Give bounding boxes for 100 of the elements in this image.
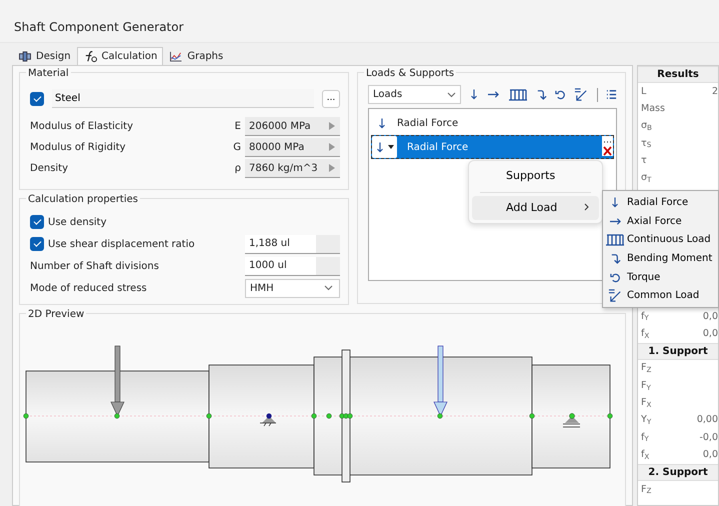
support-symbol[interactable]	[260, 413, 276, 426]
node-point[interactable]	[437, 413, 443, 419]
distributed-load-icon[interactable]	[508, 88, 528, 102]
load-arrow[interactable]	[110, 346, 124, 417]
distributed-load-icon	[605, 232, 625, 247]
down-arrow-icon	[377, 116, 387, 130]
tab[interactable]: Design	[12, 47, 77, 65]
checkbox[interactable]	[30, 92, 44, 106]
tab[interactable]: Calculation	[76, 47, 164, 65]
circular-arrow-icon	[610, 272, 620, 283]
more-icon[interactable]	[602, 136, 613, 146]
chevron-icon	[447, 92, 456, 98]
diagonal-arrow-icon[interactable]	[574, 87, 589, 102]
checkbox[interactable]	[30, 237, 44, 251]
symbol-label: E	[234, 120, 241, 134]
result-label: τ$_{S}$	[641, 136, 652, 151]
curved-arrow-icon	[610, 252, 620, 265]
caret-icon	[388, 145, 394, 149]
node-point[interactable]	[326, 413, 332, 419]
result-label: Mass	[641, 102, 665, 116]
curved-arrow-icon[interactable]	[536, 88, 547, 101]
support-symbol[interactable]	[562, 413, 580, 428]
node-point[interactable]	[114, 413, 120, 419]
right-arrow-icon	[608, 216, 622, 227]
result-label: σ$_{B}$	[641, 119, 652, 134]
icon-dropdown[interactable]	[372, 136, 397, 158]
checkbox[interactable]	[30, 215, 44, 229]
node-point[interactable]	[529, 413, 535, 419]
item-label: Radial Force	[407, 140, 468, 154]
node-point[interactable]	[23, 413, 29, 419]
menu-item[interactable]: Bending Moment	[603, 249, 718, 268]
chart-icon	[169, 51, 184, 62]
symbol-label: ρ	[234, 162, 241, 176]
input-field[interactable]: 1000 ul	[245, 256, 340, 276]
delete-icon[interactable]	[602, 146, 613, 156]
result-label: f$_{X}$	[641, 326, 650, 342]
result-value: 0,0	[702, 448, 718, 462]
result-value: 0,0	[702, 326, 718, 341]
group-title: Loads & Supports	[364, 66, 456, 81]
item-label: Radial Force	[397, 116, 458, 130]
property-label: Density	[30, 162, 70, 176]
diagonal-arrow-icon	[608, 288, 622, 304]
browse-button[interactable]: ...	[322, 90, 340, 108]
node-point[interactable]	[347, 413, 353, 419]
value-field[interactable]: 7860 kg/m^3	[245, 159, 340, 178]
property-label: Use shear displacement ratio	[48, 238, 196, 252]
group-title: Calculation properties	[26, 192, 140, 207]
menu-item[interactable]: Axial Force	[603, 212, 718, 230]
result-label: F$_{Z}$	[641, 361, 652, 376]
results-header: Results	[638, 66, 718, 84]
section-header: 1. Support	[638, 342, 718, 360]
result-label: σ$_{T}$	[641, 171, 652, 186]
menu-item[interactable]: Radial Force	[603, 193, 718, 212]
result-label: F$_{Z}$	[641, 482, 652, 497]
symbol-label: G	[233, 141, 241, 155]
shaft-icon	[18, 51, 32, 62]
list-icon[interactable]	[606, 89, 617, 100]
property-label: Mode of reduced stress	[30, 282, 148, 296]
result-label: f$_{Y}$	[641, 310, 649, 324]
result-value: 2	[712, 84, 718, 99]
result-value: 0,0	[702, 310, 718, 324]
menu-item[interactable]: Torque	[603, 268, 718, 286]
property-label: Use density	[48, 216, 108, 230]
result-label: τ	[641, 154, 647, 168]
menu-item[interactable]: Common Load	[603, 286, 718, 306]
load-arrow[interactable]	[434, 346, 448, 417]
menu-item[interactable]: Continuous Load	[603, 230, 718, 250]
down-arrow-icon	[610, 196, 620, 209]
result-label: f$_{X}$	[641, 448, 650, 462]
input-field[interactable]: 1,188 ul	[245, 234, 340, 254]
list-item[interactable]: Radial Force	[371, 111, 614, 135]
result-value: -0,0	[699, 430, 718, 445]
chevron-icon	[324, 285, 333, 291]
result-label: F$_{Y}$	[641, 378, 651, 394]
node-point[interactable]	[311, 413, 317, 419]
value-field[interactable]: 206000 MPa	[245, 117, 340, 136]
down-arrow-icon[interactable]	[469, 88, 479, 101]
result-label: F$_{X}$	[641, 396, 652, 410]
right-arrow-icon[interactable]	[487, 89, 500, 100]
down-arrow-icon	[375, 140, 385, 154]
node-point[interactable]	[206, 413, 212, 419]
menu-item[interactable]: Add Load	[472, 196, 599, 220]
section-header: 2. Support	[638, 464, 718, 482]
play-icon	[329, 164, 335, 172]
property-label: Modulus of Rigidity	[30, 141, 127, 155]
result-label: f$_{Y}$	[641, 430, 649, 445]
result-label: Y$_{Y}$	[641, 413, 652, 428]
play-icon	[329, 143, 335, 151]
tab[interactable]: Graphs	[163, 47, 230, 65]
result-value: 0,00	[696, 413, 718, 428]
result-label: L	[641, 84, 646, 99]
node-point[interactable]	[607, 413, 613, 419]
filter-dropdown[interactable]: Loads	[368, 85, 461, 104]
select-field[interactable]: HMH	[245, 278, 340, 298]
property-label: Modulus of Elasticity	[30, 120, 134, 134]
property-label: Number of Shaft divisions	[30, 260, 160, 274]
circular-arrow-icon[interactable]	[555, 89, 566, 100]
menu-item[interactable]: Supports	[472, 164, 599, 188]
list-item[interactable]: Radial Force	[371, 135, 614, 159]
value-field[interactable]: 80000 MPa	[245, 138, 340, 157]
